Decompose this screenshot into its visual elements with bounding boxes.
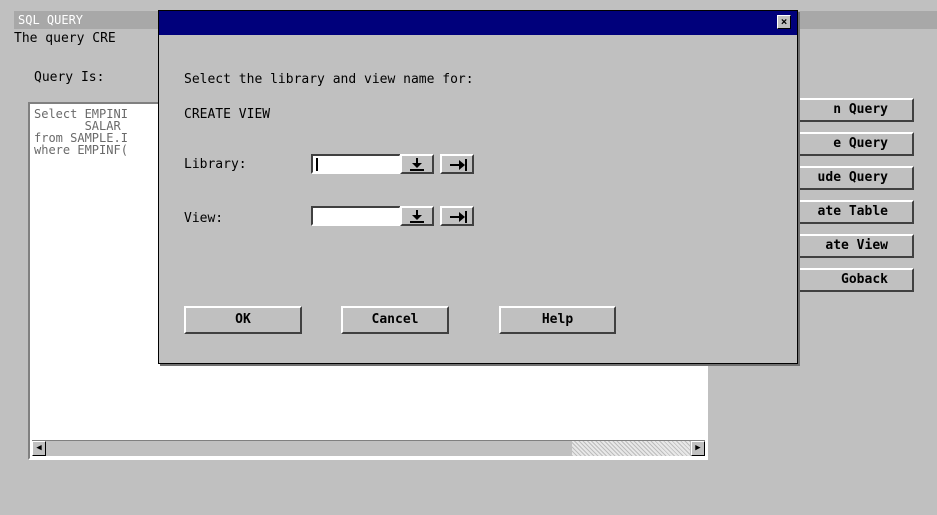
view-advance-button[interactable] [440,206,474,226]
scroll-right-icon[interactable]: ▶ [691,441,705,456]
query-text: Select EMPINI SALAR from SAMPLE.I where … [34,108,128,156]
library-advance-button[interactable] [440,154,474,174]
library-input[interactable] [311,154,401,174]
view-label: View: [184,211,224,226]
dialog-prompt: Select the library and view name for: [184,72,474,87]
close-icon[interactable]: × [777,15,791,29]
create-view-dialog: × Select the library and view name for: … [158,10,798,364]
cancel-button[interactable]: Cancel [341,306,449,334]
status-text: The query CRE [14,31,116,46]
help-button[interactable]: Help [499,306,616,334]
right-arrow-bar-icon [450,211,467,223]
library-dropdown-button[interactable] [400,154,434,174]
download-arrow-icon [410,158,424,171]
query-is-label: Query Is: [34,70,105,85]
text-cursor [316,158,318,171]
query-line: where EMPINF( [34,143,128,157]
scroll-left-icon[interactable]: ◀ [32,441,46,456]
download-arrow-icon [410,210,424,223]
ok-button[interactable]: OK [184,306,302,334]
dialog-action: CREATE VIEW [184,107,271,122]
view-dropdown-button[interactable] [400,206,434,226]
right-arrow-bar-icon [450,159,467,171]
horizontal-scrollbar[interactable]: ◀ ▶ [32,440,705,456]
library-label: Library: [184,157,247,172]
view-input[interactable] [311,206,401,226]
scrollbar-trough[interactable] [572,441,690,456]
dialog-title-bar[interactable]: × [159,11,797,35]
